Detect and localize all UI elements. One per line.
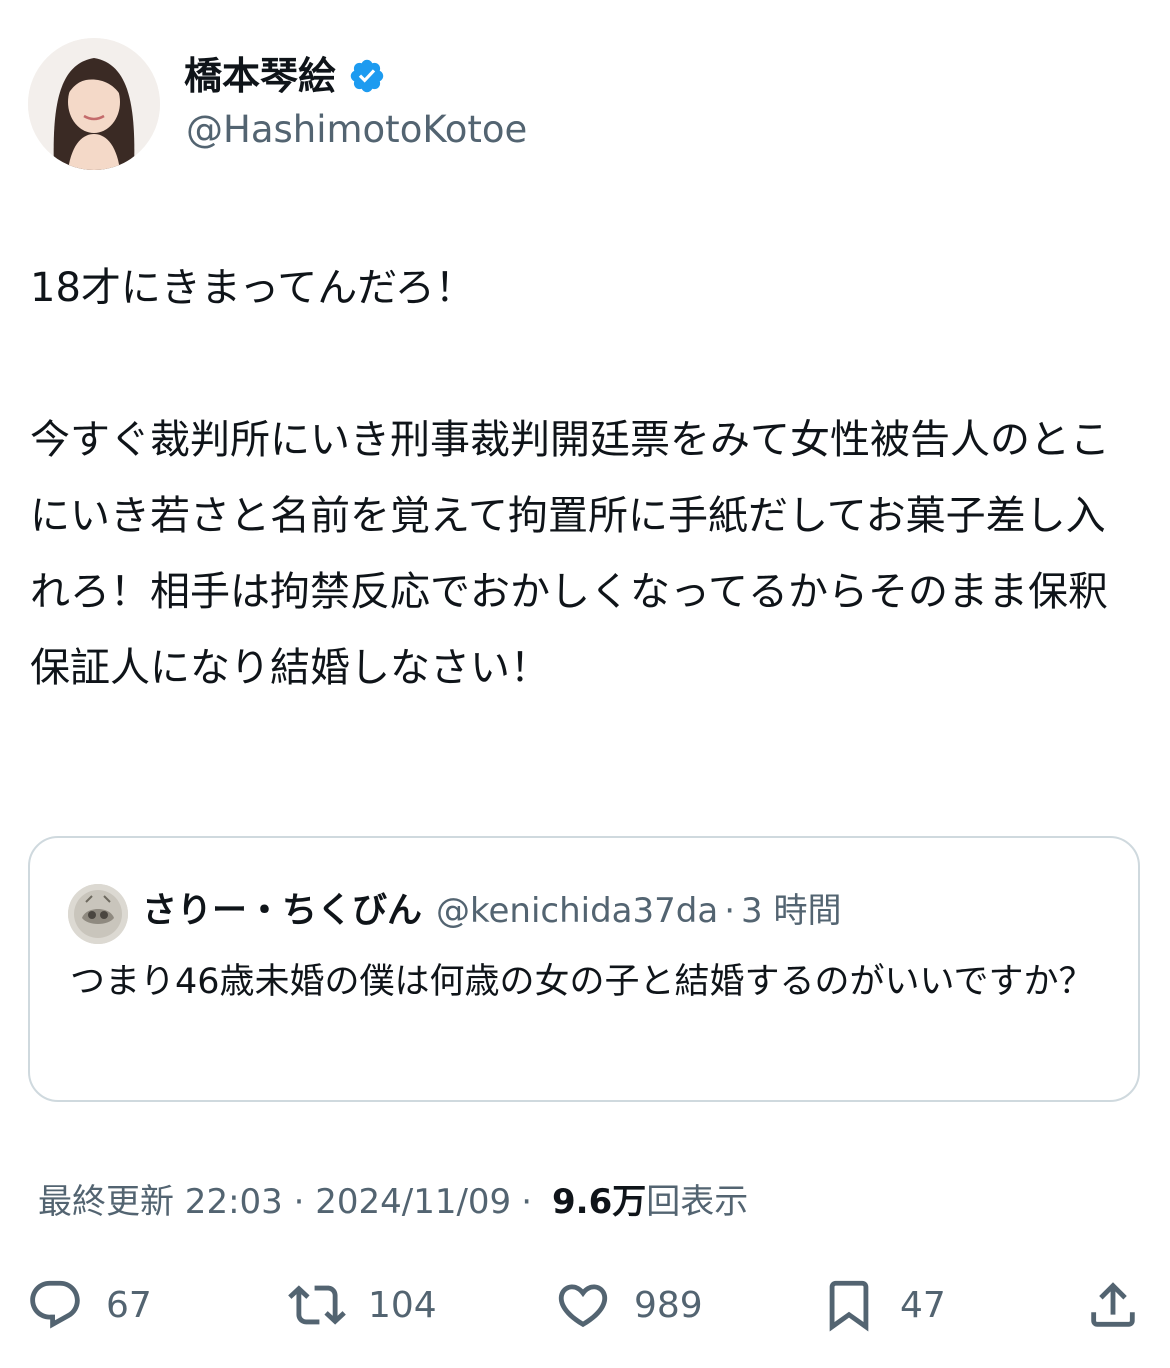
bookmark-button[interactable]: 47 — [820, 1270, 946, 1340]
views-label: 回表示 — [646, 1182, 749, 1222]
heart-icon — [558, 1284, 608, 1328]
quote-author-name[interactable]: さりー・ちくびん — [142, 882, 422, 933]
verified-badge-icon — [348, 57, 386, 95]
author-handle[interactable]: @HashimotoKotoe — [186, 106, 527, 154]
tweet-text: 18才にきまってんだろ！ 今すぐ裁判所にいき刑事裁判開廷票をみて女性被告人のとこ… — [30, 265, 1110, 691]
reply-count: 67 — [106, 1284, 152, 1326]
share-icon — [1091, 1282, 1135, 1327]
quote-header: さりー・ちくびん @kenichida37da · 3 時間 — [142, 882, 841, 933]
action-bar: 67 104 989 47 — [0, 1270, 1170, 1340]
quote-profile-photo-avatar — [68, 884, 128, 944]
reply-button[interactable]: 67 — [26, 1270, 152, 1340]
updated-timestamp[interactable]: 最終更新 22:03 · 2024/11/09 — [38, 1176, 511, 1228]
like-count: 989 — [634, 1284, 703, 1326]
quote-tweet-card[interactable]: さりー・ちくびん @kenichida37da · 3 時間 つまり46歳未婚の… — [28, 836, 1140, 1102]
reply-icon — [30, 1280, 80, 1329]
quote-author-handle[interactable]: @kenichida37da — [436, 891, 718, 931]
tweet-meta: 最終更新 22:03 · 2024/11/09 · 9.6万 回表示 — [38, 1176, 748, 1228]
views-count: 9.6万 — [552, 1182, 647, 1222]
quote-avatar[interactable] — [68, 884, 128, 944]
bookmark-icon — [829, 1280, 869, 1332]
meta-separator: · — [521, 1182, 532, 1222]
avatar[interactable] — [28, 38, 160, 170]
retweet-icon — [288, 1285, 346, 1325]
share-button[interactable] — [1084, 1270, 1142, 1340]
author-name[interactable]: 橋本琴絵 — [184, 52, 336, 100]
retweet-button[interactable]: 104 — [288, 1270, 437, 1340]
bookmark-count: 47 — [900, 1284, 946, 1326]
profile-photo-avatar — [28, 38, 160, 170]
like-button[interactable]: 989 — [554, 1270, 703, 1340]
retweet-count: 104 — [368, 1284, 437, 1326]
quote-separator: · — [724, 891, 736, 931]
quote-timestamp[interactable]: 3 時間 — [741, 883, 841, 932]
quote-text: つまり46歳未婚の僕は何歳の女の子と結婚するのがいいですか？ — [70, 962, 1094, 1002]
author-name-row[interactable]: 橋本琴絵 — [184, 52, 386, 100]
